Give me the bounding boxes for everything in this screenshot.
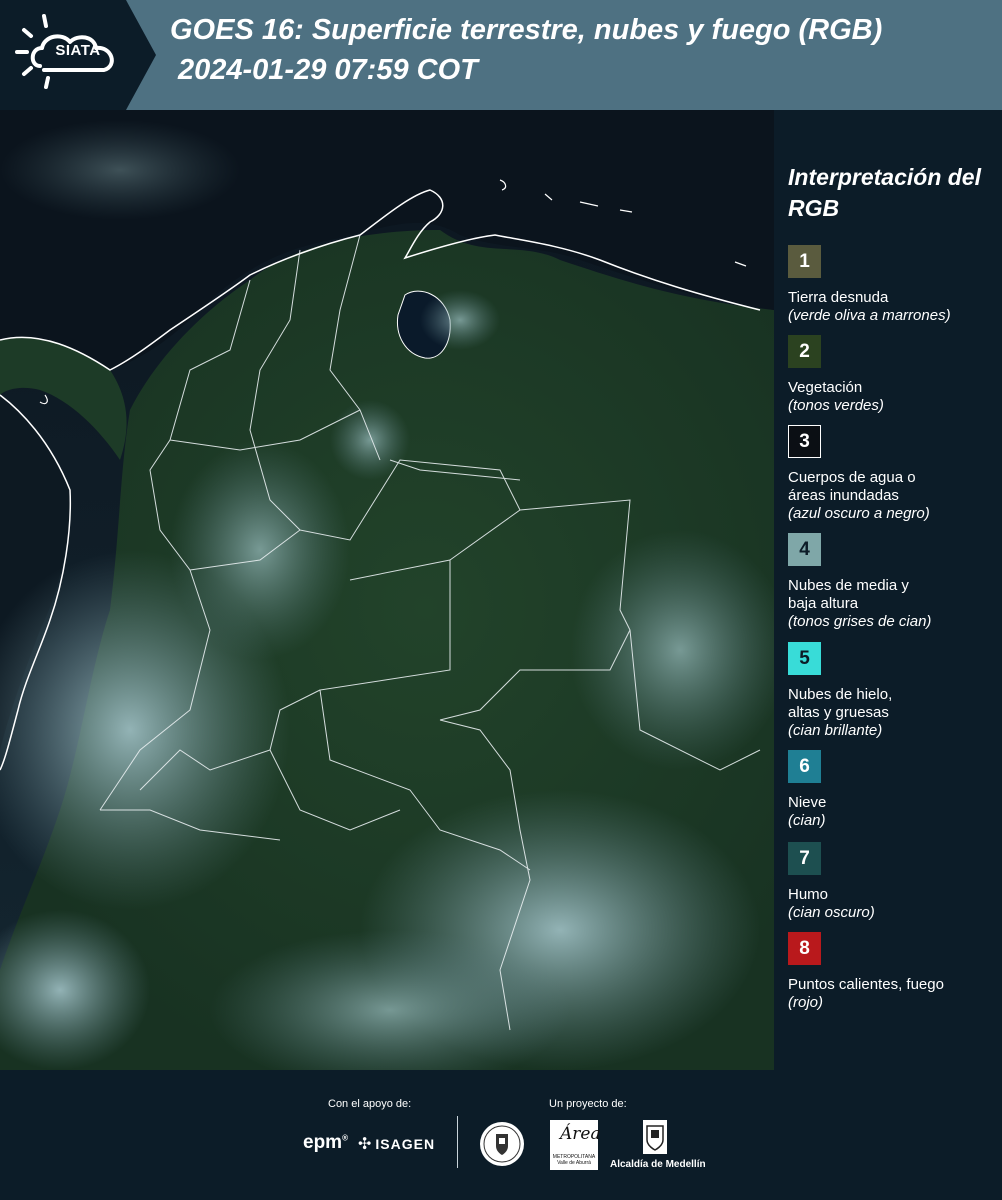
- isagen-logo: ✣ ISAGEN: [358, 1136, 436, 1153]
- cloud-mass: [0, 120, 240, 220]
- legend-item-vegetation: 2 Vegetación (tonos verdes): [788, 335, 998, 415]
- page-title: GOES 16: Superficie terrestre, nubes y f…: [170, 14, 883, 46]
- cloud-mass: [420, 290, 500, 350]
- legend-swatch: 5: [788, 642, 821, 675]
- project-caption: Un proyecto de:: [549, 1098, 627, 1110]
- legend-swatch: 3: [788, 425, 821, 458]
- satellite-rgb-image: [0, 110, 774, 1070]
- legend-item-label: Cuerpos de agua o áreas inundadas: [788, 469, 916, 504]
- legend-item-sub: (cian oscuro): [788, 904, 875, 921]
- isagen-mark-icon: ✣: [358, 1136, 373, 1153]
- legend-item-snow: 6 Nieve (cian): [788, 750, 998, 830]
- legend-swatch: 4: [788, 533, 821, 566]
- amva-logo: Área METROPOLITANA Valle de Aburrá: [550, 1120, 601, 1170]
- legend-item-label: Tierra desnuda: [788, 289, 889, 306]
- legend-swatch: 6: [788, 750, 821, 783]
- alcaldia-crest-icon: [643, 1120, 667, 1154]
- footer-divider: [457, 1116, 458, 1168]
- legend-item-label: Humo: [788, 886, 829, 903]
- legend-item-label: Nubes de media y baja altura: [788, 577, 909, 612]
- legend-item-mid-low-clouds: 4 Nubes de media y baja altura (tonos gr…: [788, 533, 998, 631]
- legend-item-sub: (tonos verdes): [788, 397, 884, 414]
- image-timestamp: 2024-01-29 07:59 COT: [178, 54, 478, 86]
- siata-logo: SIATA: [0, 0, 160, 110]
- alcaldia-label: Alcaldía de Medellín: [610, 1159, 706, 1170]
- legend-swatch: 8: [788, 932, 821, 965]
- legend-item-sub: (tonos grises de cian): [788, 613, 932, 630]
- legend-item-label: Nubes de hielo, altas y gruesas: [788, 686, 893, 721]
- header-banner: SIATA GOES 16: Superficie terrestre, nub…: [0, 0, 1002, 110]
- legend-swatch: 2: [788, 335, 821, 368]
- legend-item-fire: 8 Puntos calientes, fuego (rojo): [788, 932, 998, 1012]
- legend-title: Interpretación del RGB: [788, 164, 981, 221]
- legend-item-ice-clouds: 5 Nubes de hielo, altas y gruesas (cian …: [788, 642, 998, 740]
- epm-logo: epm®: [303, 1132, 348, 1153]
- cloud-mass: [170, 440, 350, 660]
- legend-item-smoke: 7 Humo (cian oscuro): [788, 842, 998, 922]
- legend-item-sub: (rojo): [788, 994, 824, 1011]
- legend-item-sub: (azul oscuro a negro): [788, 505, 930, 522]
- cloud-mass: [330, 400, 410, 480]
- legend-panel: Interpretación del RGB 1 Tierra desnuda …: [774, 110, 1002, 1070]
- legend-item-sub: (cian brillante): [788, 722, 883, 739]
- legend-swatch: 1: [788, 245, 821, 278]
- legend-item-water: 3 Cuerpos de agua o áreas inundadas (azu…: [788, 425, 998, 523]
- support-caption: Con el apoyo de:: [328, 1098, 412, 1110]
- medellin-seal-icon: [480, 1122, 524, 1166]
- siata-logo-text: SIATA: [55, 42, 101, 59]
- legend-swatch: 7: [788, 842, 821, 875]
- legend-item-label: Nieve: [788, 794, 827, 811]
- legend-item-sub: (verde oliva a marrones): [788, 307, 951, 324]
- legend-item-sub: (cian): [788, 812, 826, 829]
- legend-item-label: Puntos calientes, fuego: [788, 976, 944, 993]
- satellite-map[interactable]: [0, 110, 774, 1070]
- legend-item-label: Vegetación: [788, 379, 863, 396]
- footer: Con el apoyo de: Un proyecto de: epm® ✣ I…: [0, 1070, 1002, 1200]
- legend-item-bare-soil: 1 Tierra desnuda (verde oliva a marrones…: [788, 245, 998, 325]
